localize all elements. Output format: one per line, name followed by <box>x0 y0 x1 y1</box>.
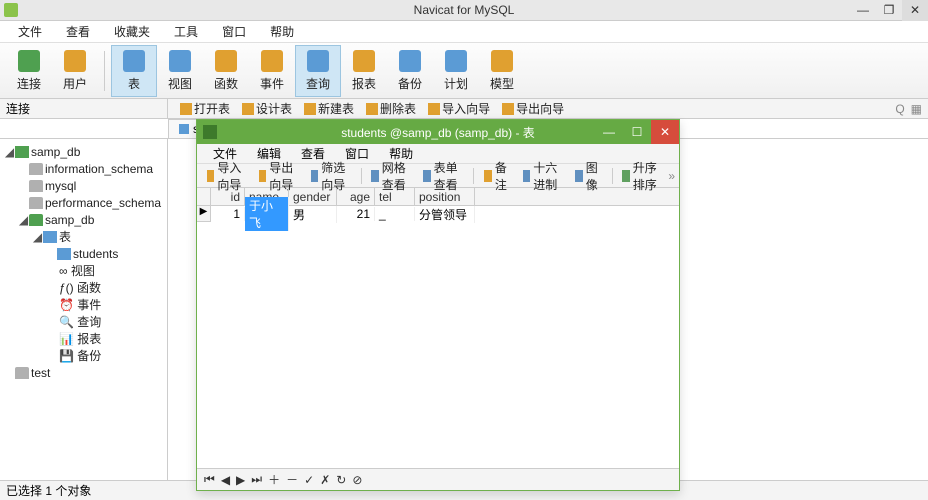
tree-表[interactable]: ◢表 <box>4 228 163 245</box>
col-id[interactable]: id <box>211 188 245 205</box>
menu-fav[interactable]: 收藏夹 <box>102 23 162 40</box>
nav-commit[interactable]: ✓ <box>304 473 314 487</box>
grid-icon[interactable]: ▦ <box>911 102 922 116</box>
app-title: Navicat for MySQL <box>414 3 515 17</box>
table-toolbar: 导入向导导出向导筛选向导网格查看表单查看备注十六进制图像升序排序» <box>197 164 679 188</box>
tree-samp_db[interactable]: ◢samp_db <box>4 211 163 228</box>
tree-💾 备份[interactable]: 💾 备份 <box>4 347 163 364</box>
data-row[interactable]: ▶ 1 于小飞 男 21 _ 分管领导 <box>197 206 679 222</box>
tb-十六进制[interactable]: 十六进制 <box>517 159 569 193</box>
col-age[interactable]: age <box>337 188 375 205</box>
nav-next[interactable]: ▶ <box>236 473 245 487</box>
table-window: students @samp_db (samp_db) - 表 — ☐ ✕ 文件… <box>196 119 680 491</box>
cell-tel[interactable]: _ <box>375 207 415 221</box>
tree-students[interactable]: students <box>4 245 163 262</box>
app-icon <box>4 3 18 17</box>
app-titlebar: Navicat for MySQL — ❐ ✕ <box>0 0 928 21</box>
tool-导出向导[interactable]: 导出向导 <box>496 100 570 117</box>
record-nav: ⏮ ◀ ▶ ⏭ ＋ － ✓ ✗ ↻ ⊘ <box>197 468 679 490</box>
tree-information_schema[interactable]: information_schema <box>4 160 163 177</box>
ribbon-报表[interactable]: 报表 <box>341 45 387 97</box>
cell-position[interactable]: 分管领导 <box>415 206 475 223</box>
tb-图像[interactable]: 图像 <box>569 159 608 193</box>
nav-del[interactable]: － <box>286 471 298 488</box>
ribbon-函数[interactable]: 函数 <box>203 45 249 97</box>
ribbon-模型[interactable]: 模型 <box>479 45 525 97</box>
maximize-button[interactable]: ❐ <box>876 0 902 21</box>
tool-删除表[interactable]: 删除表 <box>360 100 422 117</box>
table-icon <box>203 125 217 139</box>
tree-mysql[interactable]: mysql <box>4 177 163 194</box>
nav-prev[interactable]: ◀ <box>221 473 230 487</box>
panel-label: 连接 <box>0 99 168 118</box>
status-text: 已选择 1 个对象 <box>6 482 91 499</box>
cell-id[interactable]: 1 <box>211 207 245 221</box>
cell-gender[interactable]: 男 <box>289 206 337 223</box>
nav-cancel[interactable]: ✗ <box>320 473 330 487</box>
nav-first[interactable]: ⏮ <box>204 472 215 487</box>
ribbon-视图[interactable]: 视图 <box>157 45 203 97</box>
tb-升序排序[interactable]: 升序排序 <box>616 159 668 193</box>
close-button[interactable]: ✕ <box>902 0 928 21</box>
nav-last[interactable]: ⏭ <box>251 472 262 487</box>
tree-ƒ() 函数[interactable]: ƒ() 函数 <box>4 279 163 296</box>
row-indicator: ▶ <box>197 206 211 222</box>
ribbon: 连接用户表视图函数事件查询报表备份计划模型 <box>0 43 928 99</box>
nav-add[interactable]: ＋ <box>268 471 280 488</box>
tree-test[interactable]: test <box>4 364 163 381</box>
tree-📊 报表[interactable]: 📊 报表 <box>4 330 163 347</box>
tool-新建表[interactable]: 新建表 <box>298 100 360 117</box>
cell-name[interactable]: 于小飞 <box>245 197 289 231</box>
menu-view[interactable]: 查看 <box>54 23 102 40</box>
nav-refresh[interactable]: ↻ <box>336 473 346 487</box>
child-max-button[interactable]: ☐ <box>623 120 651 144</box>
menu-window[interactable]: 窗口 <box>210 23 258 40</box>
tree-🔍 查询[interactable]: 🔍 查询 <box>4 313 163 330</box>
table-window-title: students @samp_db (samp_db) - 表 <box>341 124 535 141</box>
ribbon-备份[interactable]: 备份 <box>387 45 433 97</box>
ribbon-查询[interactable]: 查询 <box>295 45 341 97</box>
cell-age[interactable]: 21 <box>337 207 375 221</box>
table-icon <box>179 124 189 134</box>
col-tel[interactable]: tel <box>375 188 415 205</box>
ribbon-用户[interactable]: 用户 <box>52 45 98 97</box>
tree-samp_db[interactable]: ◢samp_db <box>4 143 163 160</box>
connection-tree[interactable]: ◢samp_dbinformation_schemamysqlperforman… <box>0 139 168 499</box>
main-menubar: 文件 查看 收藏夹 工具 窗口 帮助 <box>0 21 928 43</box>
minimize-button[interactable]: — <box>850 0 876 21</box>
tree-∞ 视图[interactable]: ∞ 视图 <box>4 262 163 279</box>
tool-打开表[interactable]: 打开表 <box>174 100 236 117</box>
ribbon-表[interactable]: 表 <box>111 45 157 97</box>
more-icon[interactable]: » <box>668 169 675 183</box>
tb-备注[interactable]: 备注 <box>478 159 517 193</box>
child-close-button[interactable]: ✕ <box>651 120 679 144</box>
ribbon-连接[interactable]: 连接 <box>6 45 52 97</box>
nav-stop[interactable]: ⊘ <box>352 473 362 487</box>
table-titlebar[interactable]: students @samp_db (samp_db) - 表 — ☐ ✕ <box>197 120 679 144</box>
col-gender[interactable]: gender <box>289 188 337 205</box>
tool-导入向导[interactable]: 导入向导 <box>422 100 496 117</box>
col-position[interactable]: position <box>415 188 475 205</box>
data-grid[interactable]: id name gender age tel position ▶ 1 于小飞 … <box>197 188 679 222</box>
ribbon-计划[interactable]: 计划 <box>433 45 479 97</box>
row-selector-header <box>197 188 211 205</box>
tree-performance_schema[interactable]: performance_schema <box>4 194 163 211</box>
ribbon-事件[interactable]: 事件 <box>249 45 295 97</box>
tree-⏰ 事件[interactable]: ⏰ 事件 <box>4 296 163 313</box>
subtoolbar: 连接 打开表设计表新建表删除表导入向导导出向导 Q ▦ <box>0 99 928 119</box>
child-min-button[interactable]: — <box>595 120 623 144</box>
search-icon[interactable]: Q <box>895 102 904 116</box>
menu-tools[interactable]: 工具 <box>162 23 210 40</box>
tool-设计表[interactable]: 设计表 <box>236 100 298 117</box>
menu-help[interactable]: 帮助 <box>258 23 306 40</box>
menu-file[interactable]: 文件 <box>6 23 54 40</box>
